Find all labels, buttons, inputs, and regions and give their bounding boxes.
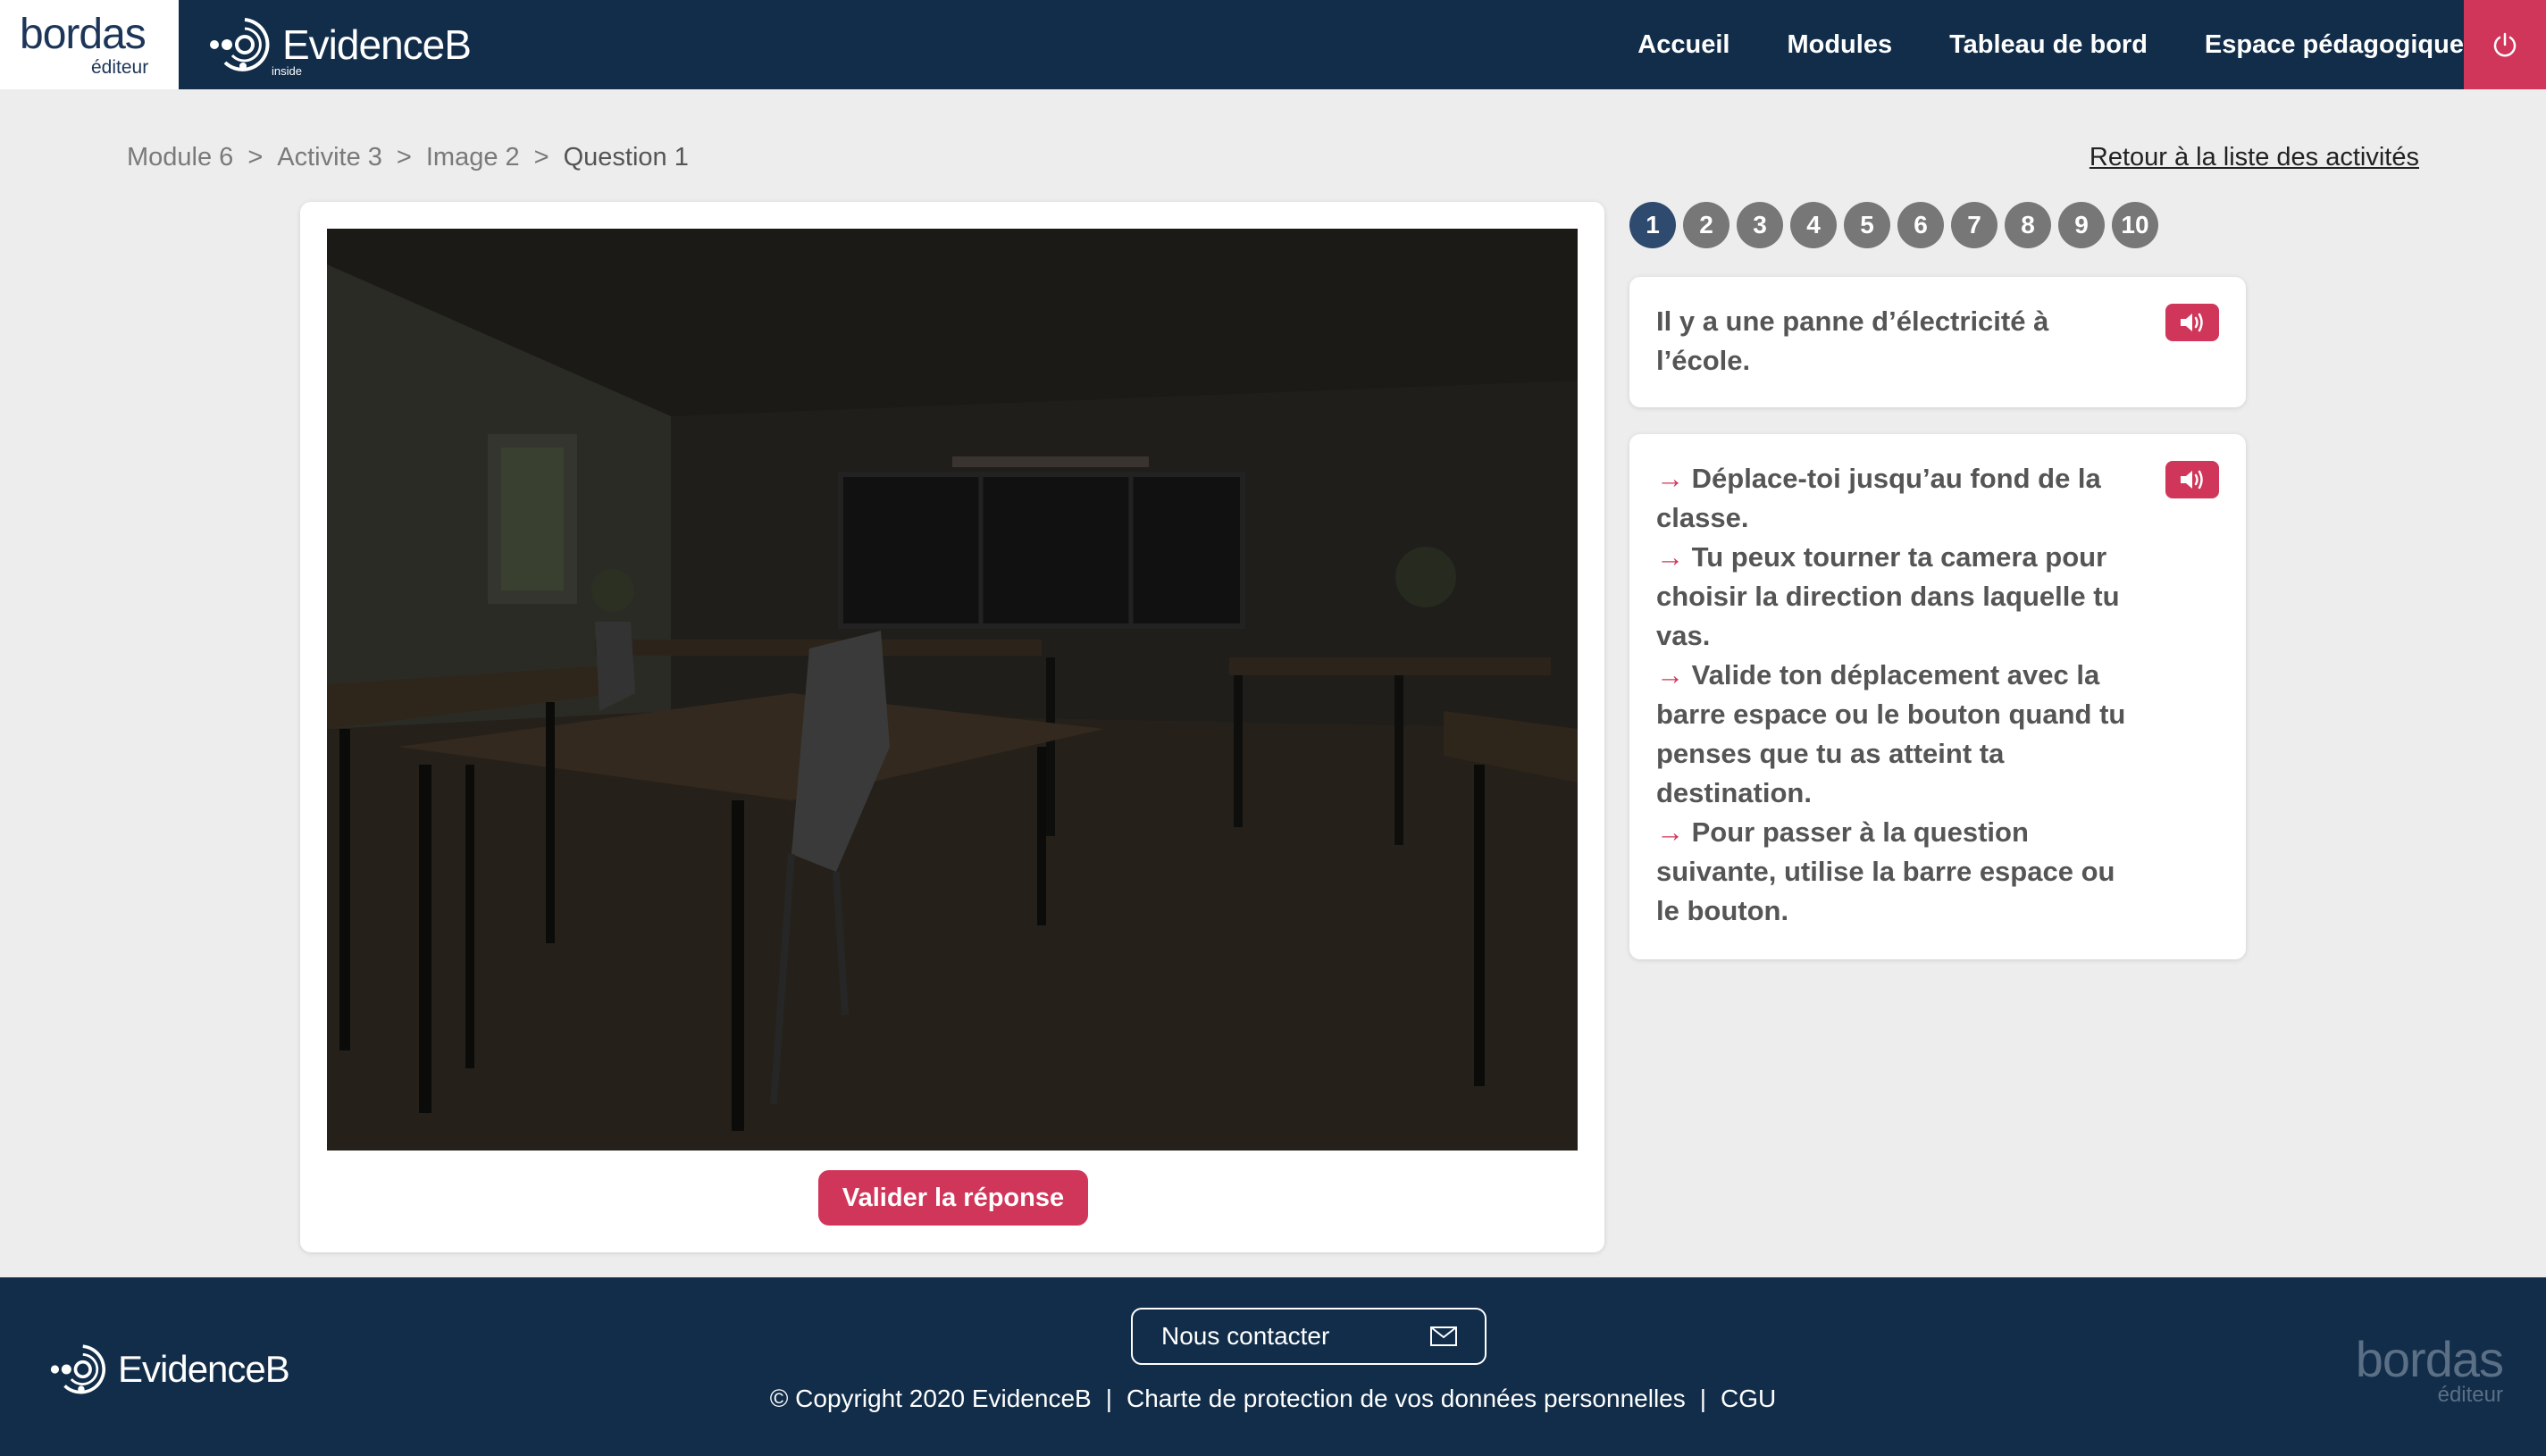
bordas-logo-text: bordas bbox=[20, 10, 147, 58]
speaker-icon bbox=[2181, 470, 2203, 490]
instruction-text: Pour passer à la question suivante, util… bbox=[1656, 816, 2115, 926]
question-number-5[interactable]: 5 bbox=[1844, 202, 1890, 248]
bordas-logo[interactable]: bordas éditeur bbox=[0, 0, 179, 89]
classroom-3d-scene[interactable] bbox=[327, 229, 1578, 1151]
instruction-item: → Pour passer à la question suivante, ut… bbox=[1656, 813, 2130, 931]
back-to-activities-link[interactable]: Retour à la liste des activités bbox=[2090, 143, 2419, 172]
mail-icon bbox=[1430, 1326, 1457, 1346]
instructions-card: → Déplace-toi jusqu’au fond de la classe… bbox=[1629, 434, 2246, 959]
context-card: Il y a une panne d’électricité à l’école… bbox=[1629, 277, 2246, 407]
evidenceb-inside-text: inside bbox=[272, 64, 302, 78]
question-number-8[interactable]: 8 bbox=[2005, 202, 2051, 248]
breadcrumb-image[interactable]: Image 2 bbox=[426, 143, 520, 172]
arrow-icon: → bbox=[1656, 816, 1684, 848]
breadcrumb-separator: > bbox=[533, 143, 549, 172]
breadcrumb-question: Question 1 bbox=[563, 143, 689, 172]
privacy-charter-link[interactable]: Charte de protection de vos données pers… bbox=[1126, 1385, 1686, 1412]
footer-bordas-text: bordas bbox=[2355, 1331, 2504, 1387]
footer-bordas-subtitle: éditeur bbox=[2437, 1383, 2503, 1407]
contact-label: Nous contacter bbox=[1161, 1322, 1330, 1350]
arrow-icon: → bbox=[1656, 659, 1684, 690]
arrow-icon: → bbox=[1656, 463, 1684, 494]
power-icon bbox=[2493, 32, 2517, 57]
breadcrumb-separator: > bbox=[247, 143, 264, 172]
arrow-icon: → bbox=[1656, 541, 1684, 573]
copyright-text: © Copyright 2020 EvidenceB bbox=[769, 1385, 1092, 1412]
instruction-text: Déplace-toi jusqu’au fond de la classe. bbox=[1656, 463, 2101, 533]
breadcrumb-separator: > bbox=[396, 143, 412, 172]
nav-tableau-de-bord[interactable]: Tableau de bord bbox=[1949, 30, 2148, 60]
evidenceb-logo-text: EvidenceB bbox=[282, 21, 472, 68]
instruction-item: → Déplace-toi jusqu’au fond de la classe… bbox=[1656, 459, 2130, 538]
question-number-1[interactable]: 1 bbox=[1629, 202, 1676, 248]
contact-button[interactable]: Nous contacter bbox=[1131, 1308, 1487, 1365]
context-text: Il y a une panne d’électricité à l’école… bbox=[1656, 305, 2049, 376]
footer-bordas-logo[interactable]: bordas éditeur bbox=[2355, 1331, 2504, 1407]
validate-answer-button[interactable]: Valider la réponse bbox=[818, 1170, 1088, 1226]
instruction-text: Valide ton déplacement avec la barre esp… bbox=[1656, 659, 2126, 808]
question-number-7[interactable]: 7 bbox=[1951, 202, 1997, 248]
question-navigation: 1 2 3 4 5 6 7 8 9 10 bbox=[1629, 202, 2165, 248]
instruction-item: → Tu peux tourner ta camera pour choisir… bbox=[1656, 538, 2130, 656]
evidenceb-logo[interactable]: EvidenceB inside bbox=[207, 11, 472, 79]
context-audio-button[interactable] bbox=[2165, 304, 2219, 341]
footer-separator: | bbox=[1699, 1385, 1707, 1412]
activity-card: Valider la réponse bbox=[300, 202, 1604, 1252]
question-number-3[interactable]: 3 bbox=[1737, 202, 1783, 248]
evidenceb-target-icon bbox=[210, 18, 270, 71]
nav-accueil[interactable]: Accueil bbox=[1637, 30, 1729, 60]
nav-espace-pedagogique[interactable]: Espace pédagogique bbox=[2205, 30, 2464, 60]
top-header: bordas éditeur EvidenceB inside Accueil … bbox=[0, 0, 2546, 89]
breadcrumb-activity[interactable]: Activite 3 bbox=[277, 143, 382, 172]
bordas-logo-subtitle: éditeur bbox=[91, 56, 149, 78]
speaker-icon bbox=[2181, 313, 2203, 332]
instruction-text: Tu peux tourner ta camera pour choisir l… bbox=[1656, 541, 2120, 651]
question-number-6[interactable]: 6 bbox=[1897, 202, 1944, 248]
nav-modules[interactable]: Modules bbox=[1787, 30, 1892, 60]
logout-button[interactable] bbox=[2464, 0, 2546, 89]
breadcrumb-module[interactable]: Module 6 bbox=[127, 143, 233, 172]
footer-separator: | bbox=[1105, 1385, 1112, 1412]
footer-links: © Copyright 2020 EvidenceB | Charte de pro… bbox=[0, 1385, 2546, 1413]
question-number-10[interactable]: 10 bbox=[2112, 202, 2158, 248]
footer: EvidenceB Nous contacter © Copyright 202… bbox=[0, 1277, 2546, 1456]
instructions-audio-button[interactable] bbox=[2165, 461, 2219, 498]
main-nav: Accueil Modules Tableau de bord Espace p… bbox=[1580, 0, 2464, 89]
instruction-item: → Valide ton déplacement avec la barre e… bbox=[1656, 656, 2130, 813]
question-number-9[interactable]: 9 bbox=[2058, 202, 2105, 248]
classroom-scene-image bbox=[327, 229, 1578, 1151]
breadcrumb: Module 6 > Activite 3 > Image 2 > Questi… bbox=[127, 143, 689, 172]
question-number-4[interactable]: 4 bbox=[1790, 202, 1837, 248]
question-number-2[interactable]: 2 bbox=[1683, 202, 1729, 248]
cgu-link[interactable]: CGU bbox=[1721, 1385, 1776, 1412]
